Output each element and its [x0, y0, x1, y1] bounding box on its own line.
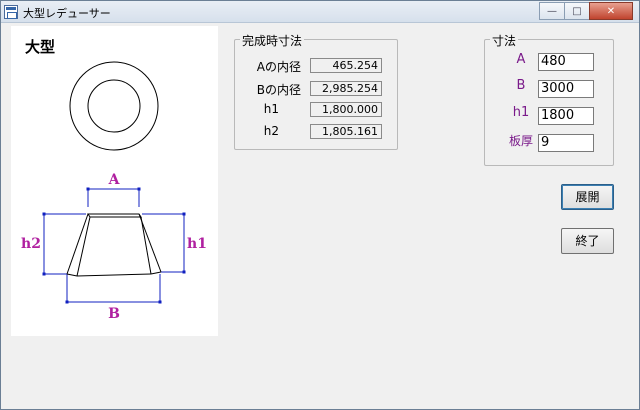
- input-thickness-field[interactable]: 9: [538, 134, 594, 152]
- inputs-group-title: 寸法: [490, 32, 519, 49]
- label-h1: h1: [187, 236, 207, 252]
- close-button[interactable]: ✕: [589, 2, 633, 20]
- frustum-profile: [66, 213, 162, 277]
- input-label-b: B: [516, 78, 526, 93]
- reducer-drawing-panel: 大型 A B h2 h1: [11, 26, 218, 336]
- result-value-h2: 1,805.161: [310, 124, 382, 139]
- inner-circle: [87, 79, 141, 133]
- input-h1-field[interactable]: 1800: [538, 107, 594, 125]
- outer-circle: [69, 61, 159, 151]
- minimize-icon: —: [547, 5, 557, 17]
- result-label-a: Aの内径: [256, 60, 301, 74]
- input-label-thickness: 板厚: [508, 134, 533, 148]
- title-bar[interactable]: 大型レデューサー — □ ✕: [1, 1, 639, 23]
- input-label-a: A: [516, 52, 526, 67]
- input-b-field[interactable]: 3000: [538, 80, 594, 98]
- expand-button[interactable]: 展開: [561, 184, 614, 210]
- input-label-h1: h1: [512, 105, 530, 120]
- label-a: A: [108, 172, 121, 188]
- results-group-title: 完成時寸法: [240, 32, 305, 49]
- close-icon: ✕: [606, 5, 616, 17]
- result-value-b: 2,985.254: [310, 81, 382, 96]
- maximize-button[interactable]: □: [564, 2, 590, 20]
- exit-button[interactable]: 終了: [561, 228, 614, 254]
- result-label-h1: h1: [263, 102, 279, 116]
- window-controls: — □ ✕: [539, 2, 633, 20]
- dimension-lines: [42, 187, 186, 304]
- window-title: 大型レデューサー: [23, 7, 111, 20]
- result-value-h1: 1,800.000: [310, 102, 382, 117]
- result-label-b: Bの内径: [256, 83, 301, 97]
- app-window: 大型レデューサー — □ ✕ 大型 A B h2 h1 完成時寸法 Aの内径 4…: [0, 0, 640, 410]
- label-h2: h2: [21, 236, 41, 252]
- minimize-button[interactable]: —: [539, 2, 565, 20]
- app-icon: [4, 5, 18, 19]
- result-label-h2: h2: [263, 124, 279, 138]
- label-b: B: [108, 306, 120, 322]
- result-value-a: 465.254: [310, 58, 382, 73]
- drawing-caption: 大型: [25, 38, 55, 56]
- input-a-field[interactable]: 480: [538, 53, 594, 71]
- reducer-diagram: 大型 A B h2 h1: [21, 38, 207, 322]
- maximize-icon: □: [572, 5, 582, 17]
